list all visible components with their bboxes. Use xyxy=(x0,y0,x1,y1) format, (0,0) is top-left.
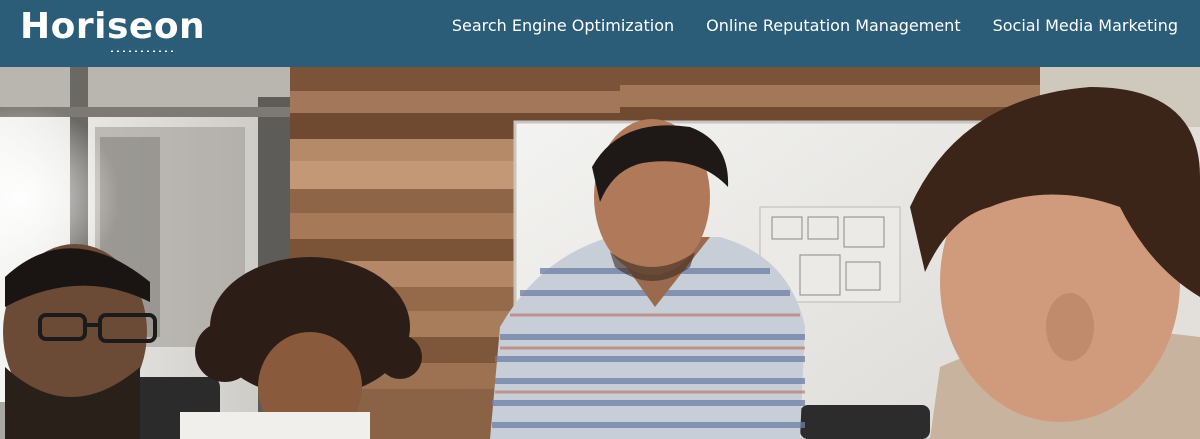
nav-link-social-media[interactable]: Social Media Marketing xyxy=(993,16,1178,35)
team-meeting-photo xyxy=(0,67,1200,439)
logo-text-seo: seo xyxy=(106,6,180,52)
main-nav: Search Engine Optimization Online Reputa… xyxy=(452,0,1178,50)
logo-text-part3: n xyxy=(179,6,206,47)
site-logo[interactable]: Horiseon xyxy=(20,5,205,55)
site-header: Horiseon Search Engine Optimization Onli… xyxy=(0,0,1200,67)
nav-link-reputation[interactable]: Online Reputation Management xyxy=(706,16,960,35)
hero-image xyxy=(0,67,1200,439)
logo-text-part1: Hori xyxy=(20,6,107,47)
nav-link-seo[interactable]: Search Engine Optimization xyxy=(452,16,674,35)
